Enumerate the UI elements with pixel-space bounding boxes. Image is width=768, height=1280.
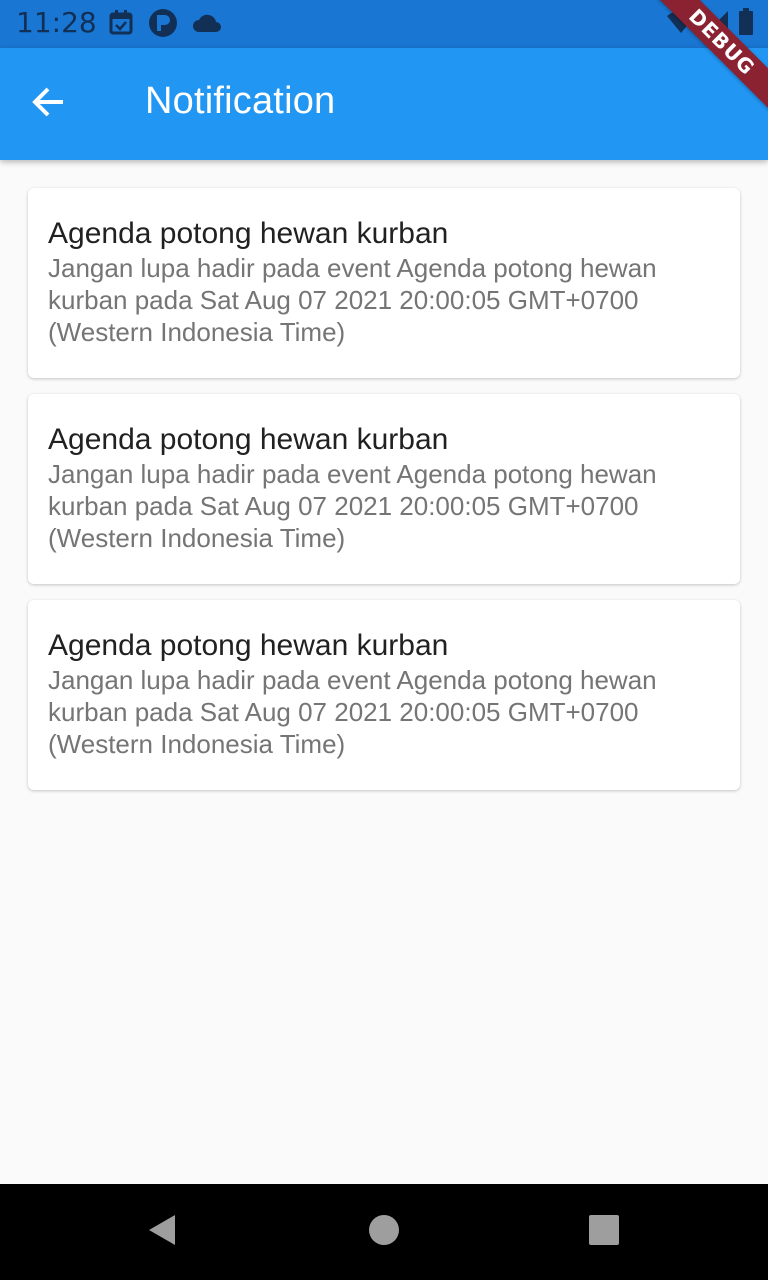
p-circle-icon xyxy=(148,8,178,43)
notification-body: Jangan lupa hadir pada event Agenda poto… xyxy=(48,253,657,347)
notification-list: Agenda potong hewan kurban Jangan lupa h… xyxy=(0,160,768,1184)
status-time: 11:28 xyxy=(16,6,97,39)
nav-home-button[interactable] xyxy=(364,1212,404,1252)
notification-card[interactable]: Agenda potong hewan kurban Jangan lupa h… xyxy=(28,394,740,584)
system-nav-bar xyxy=(0,1184,768,1280)
cloud-icon xyxy=(192,12,222,39)
back-button[interactable] xyxy=(20,76,76,132)
notification-card[interactable]: Agenda potong hewan kurban Jangan lupa h… xyxy=(28,600,740,790)
notification-title: Agenda potong hewan kurban xyxy=(48,629,449,662)
notification-title: Agenda potong hewan kurban xyxy=(48,423,449,456)
calendar-check-icon xyxy=(108,9,134,42)
signal-icon xyxy=(704,9,730,40)
notification-title: Agenda potong hewan kurban xyxy=(48,217,449,250)
wifi-icon xyxy=(666,9,696,40)
status-icons-left xyxy=(108,8,222,43)
status-bar: 11:28 xyxy=(0,0,768,48)
recents-square-icon xyxy=(589,1214,619,1250)
notification-body: Jangan lupa hadir pada event Agenda poto… xyxy=(48,459,657,553)
page-title: Notification xyxy=(145,80,336,122)
arrow-left-icon xyxy=(30,84,66,125)
notification-body: Jangan lupa hadir pada event Agenda poto… xyxy=(48,665,657,759)
nav-recents-button[interactable] xyxy=(584,1212,624,1252)
notification-card[interactable]: Agenda potong hewan kurban Jangan lupa h… xyxy=(28,188,740,378)
back-triangle-icon xyxy=(145,1213,179,1252)
app-bar: Notification xyxy=(0,48,768,160)
status-icons-right xyxy=(666,8,754,41)
nav-back-button[interactable] xyxy=(142,1212,182,1252)
home-circle-icon xyxy=(368,1214,400,1251)
battery-icon xyxy=(738,8,754,41)
